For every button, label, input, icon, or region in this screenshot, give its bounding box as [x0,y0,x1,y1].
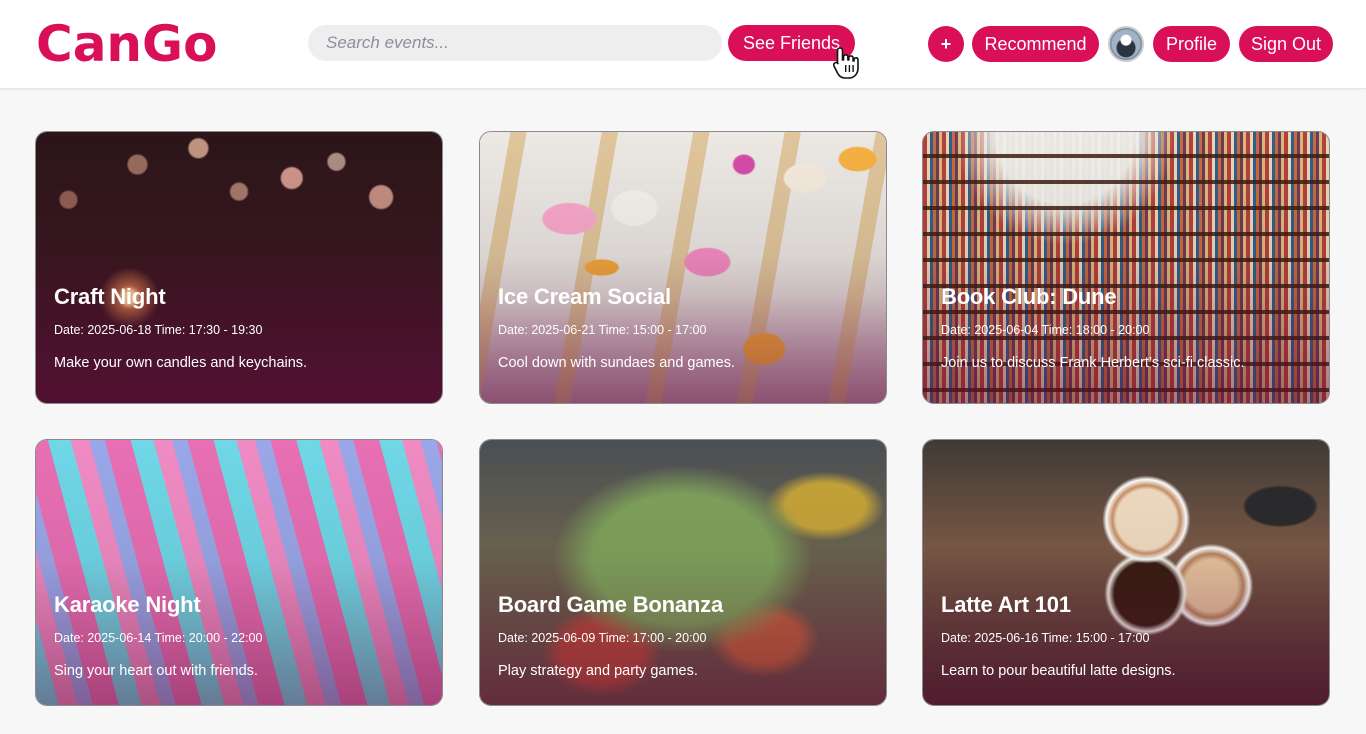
hand-pointer-cursor-icon [832,47,859,79]
event-card[interactable]: Ice Cream Social Date: 2025-06-21 Time: … [479,131,887,404]
event-card[interactable]: Latte Art 101 Date: 2025-06-16 Time: 15:… [922,439,1330,706]
event-datetime: Date: 2025-06-09 Time: 17:00 - 20:00 [498,631,707,645]
cango-logo[interactable]: CanGo [36,16,217,72]
event-card[interactable]: Book Club: Dune Date: 2025-06-04 Time: 1… [922,131,1330,404]
profile-button[interactable]: Profile [1153,26,1230,62]
search-input[interactable] [308,25,722,61]
event-title: Latte Art 101 [941,592,1071,617]
event-description: Play strategy and party games. [498,663,698,679]
recommend-button[interactable]: Recommend [972,26,1099,62]
event-datetime: Date: 2025-06-04 Time: 18:00 - 20:00 [941,323,1150,337]
event-description: Cool down with sundaes and games. [498,355,735,371]
event-title: Craft Night [54,284,166,309]
event-datetime: Date: 2025-06-16 Time: 15:00 - 17:00 [941,631,1150,645]
event-card[interactable]: Karaoke Night Date: 2025-06-14 Time: 20:… [35,439,443,706]
event-title: Book Club: Dune [941,284,1117,309]
event-title: Karaoke Night [54,592,201,617]
event-description: Sing your heart out with friends. [54,663,258,679]
event-title: Ice Cream Social [498,284,671,309]
top-nav-bar: CanGo See Friends + Recommend Profile Si… [0,0,1366,89]
event-card[interactable]: Craft Night Date: 2025-06-18 Time: 17:30… [35,131,443,404]
event-title: Board Game Bonanza [498,592,724,617]
event-description: Join us to discuss Frank Herbert’s sci-f… [941,355,1245,371]
sign-out-button[interactable]: Sign Out [1239,26,1333,62]
event-datetime: Date: 2025-06-21 Time: 15:00 - 17:00 [498,323,707,337]
event-datetime: Date: 2025-06-18 Time: 17:30 - 19:30 [54,323,263,337]
user-avatar[interactable] [1108,26,1144,62]
event-datetime: Date: 2025-06-14 Time: 20:00 - 22:00 [54,631,263,645]
event-card[interactable]: Board Game Bonanza Date: 2025-06-09 Time… [479,439,887,706]
event-description: Make your own candles and keychains. [54,355,308,371]
add-event-button[interactable]: + [928,26,964,62]
event-description: Learn to pour beautiful latte designs. [941,663,1176,679]
